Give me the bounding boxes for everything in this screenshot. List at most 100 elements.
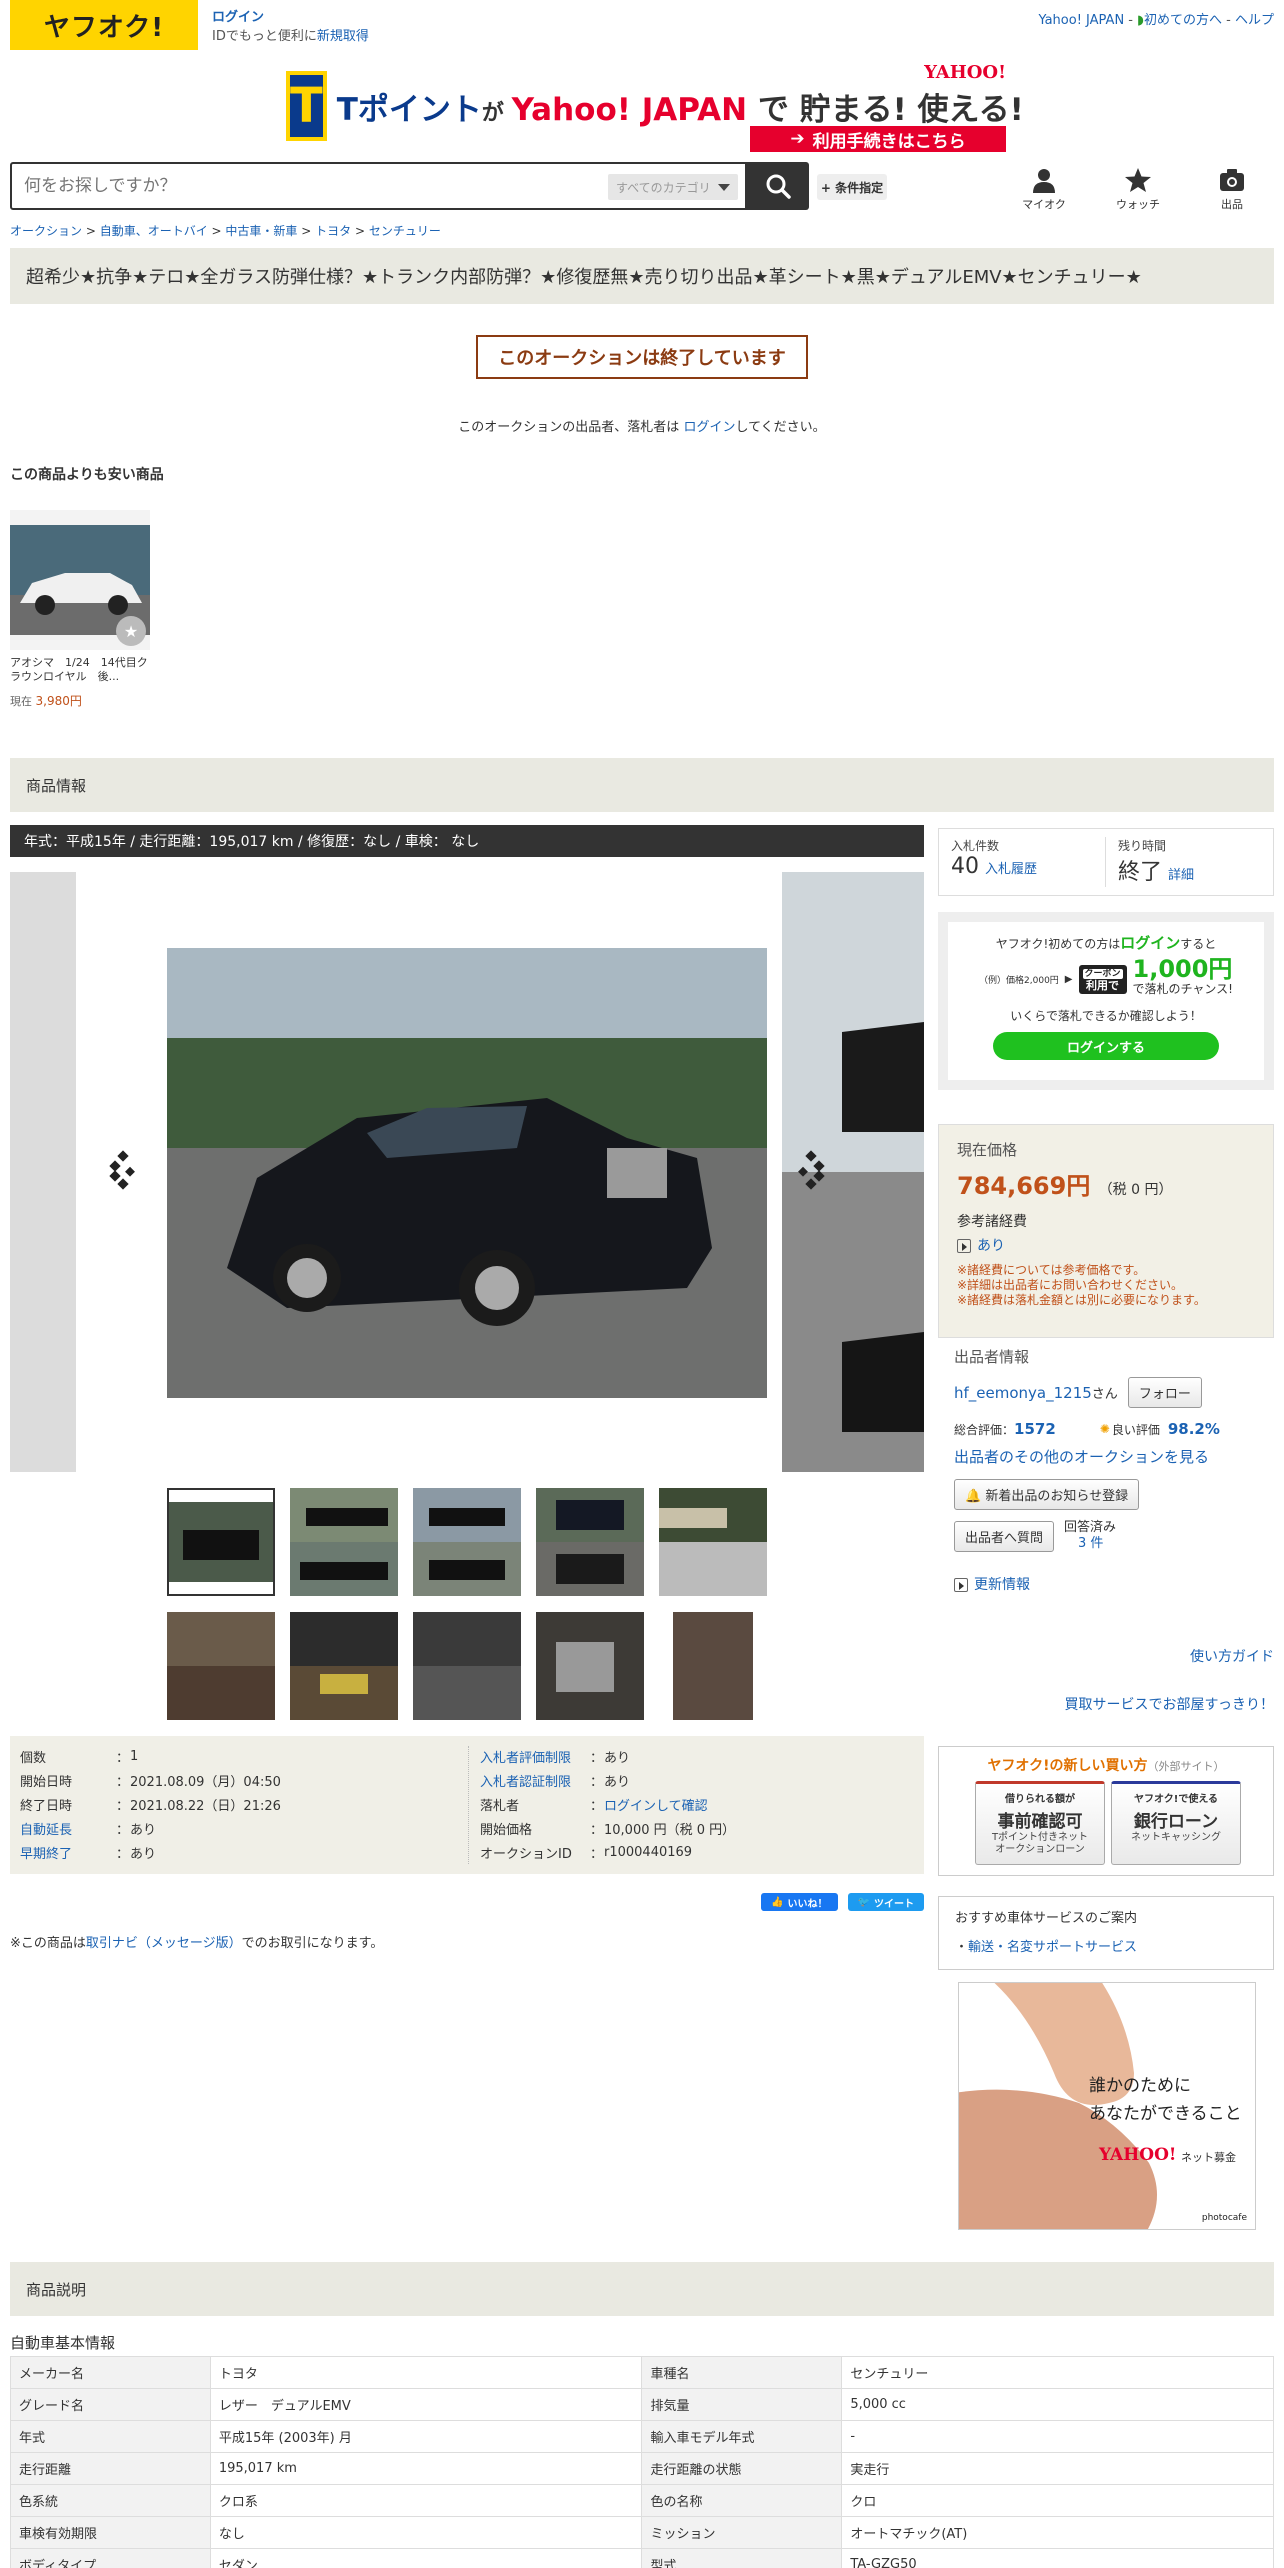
thumbnail[interactable] <box>413 1488 521 1596</box>
main-car-photo[interactable] <box>167 948 767 1398</box>
buyback-service-link[interactable]: 買取サービスでお部屋すっきり！ <box>1065 1694 1274 1714</box>
winner-login-link[interactable]: ログインして確認 <box>604 1795 708 1814</box>
fee-note: ※諸経費は落札金額とは別に必要になります。 <box>957 1293 1206 1307</box>
search-button[interactable] <box>747 162 809 210</box>
breadcrumb-sep: > <box>351 224 369 238</box>
ended-msg-b: してください。 <box>735 420 826 435</box>
trade-navi-link[interactable]: 取引ナビ（メッセージ版） <box>86 1936 242 1951</box>
fee-note: ※詳細は出品者にお問い合わせください。 <box>957 1278 1184 1292</box>
chevron-left-icon <box>109 1150 135 1190</box>
info-row: 開始日時 ： 2021.08.09（月）04:50 <box>20 1768 281 1792</box>
product-name[interactable]: アオシマ 1/24 14代目クラウンロイヤル 後... <box>10 656 150 684</box>
breadcrumb-item[interactable]: センチュリー <box>369 224 441 238</box>
breadcrumb-item[interactable]: 中古車・新車 <box>225 224 297 238</box>
charity-ad[interactable]: 誰かのために あなたができること YAHOO! ネット募金 photocafe <box>958 1982 1256 2230</box>
info-row: オークションID ： r1000440169 <box>480 1840 735 1864</box>
watch-star-icon[interactable]: ★ <box>116 616 146 646</box>
seller-name-link[interactable]: hf_eemonya_1215 <box>954 1384 1092 1402</box>
detail-link[interactable]: 詳細 <box>1168 868 1194 883</box>
my-auction-nav[interactable]: マイオク <box>1012 166 1076 212</box>
yahoo-japan-logo: YAHOO! <box>924 62 1006 83</box>
loan-card-2[interactable]: ヤフオク!で使える 銀行ローン ネットキャッシング <box>1111 1781 1241 1865</box>
breadcrumb-item[interactable]: オークション <box>10 224 82 238</box>
ask-seller-button[interactable]: 出品者へ質問 <box>954 1520 1055 1552</box>
tweet-label: ツイート <box>874 1898 914 1910</box>
thumbnail-row <box>167 1488 767 1596</box>
c1-small: 借りられる額が <box>1005 1794 1075 1805</box>
beginner-link[interactable]: 初めての方へ <box>1144 13 1222 28</box>
sell-nav[interactable]: 出品 <box>1200 166 1264 212</box>
info-row: 開始価格 ： 10,000 円（税 0 円） <box>480 1816 735 1840</box>
thumbnail[interactable] <box>167 1612 275 1720</box>
thumbnail[interactable] <box>536 1488 644 1596</box>
cheaper-item-card[interactable]: ★ アオシマ 1/24 14代目クラウンロイヤル 後... 現在 3,980円 <box>10 510 150 709</box>
next-image-button[interactable] <box>790 1150 830 1190</box>
social-buttons: 👍 いいね！ 🐦 ツイート <box>761 1893 924 1911</box>
like-button[interactable]: 👍 いいね！ <box>761 1893 838 1911</box>
early-end-link[interactable]: 早期終了 <box>20 1843 116 1862</box>
product-image[interactable]: ★ <box>10 510 150 650</box>
thumbnail[interactable] <box>290 1612 398 1720</box>
thumbnail[interactable] <box>536 1612 644 1720</box>
arrow-icon: ➔ <box>790 129 805 149</box>
watch-label: ウォッチ <box>1116 198 1160 211</box>
seller-ratings: 総合評価： 1572 ✺ 良い評価 98.2% <box>954 1420 1274 1438</box>
use-word: 利用で <box>1086 978 1119 992</box>
promo-login-button[interactable]: ログインする <box>993 1032 1219 1060</box>
bid-history-link[interactable]: 入札履歴 <box>985 862 1037 877</box>
spec-value: トヨタ <box>209 2356 643 2389</box>
login-link[interactable]: ログイン <box>212 8 369 27</box>
yahuoku-logo[interactable]: ヤフオク! <box>10 0 198 50</box>
watch-nav[interactable]: ウォッチ <box>1106 166 1170 212</box>
update-info-link[interactable]: 更新情報 <box>974 1577 1030 1593</box>
spec-key: 型式 <box>641 2548 843 2568</box>
bid-summary: 入札件数 40 入札履歴 残り時間 終了 詳細 <box>938 828 1274 896</box>
promo-chance: で落札のチャンス! <box>1132 982 1233 996</box>
thumbnail[interactable] <box>659 1488 767 1596</box>
spec-value: セダン <box>209 2548 643 2568</box>
tweet-button[interactable]: 🐦 ツイート <box>847 1893 924 1911</box>
tpoint-banner[interactable]: T Tポイントが Yahoo! JAPAN で 貯まる! 使える! YAHOO!… <box>286 60 1024 152</box>
new-listing-notify-button[interactable]: 🔔 新着出品のお知らせ登録 <box>954 1479 1140 1510</box>
thumbnail[interactable] <box>413 1612 521 1720</box>
spec-key: メーカー名 <box>10 2356 211 2389</box>
twitter-bird-icon: 🐦 <box>857 1896 870 1908</box>
category-select[interactable]: すべてのカテゴリ <box>608 174 738 200</box>
answered-link[interactable]: 3 件 <box>1078 1536 1103 1551</box>
transport-service-link[interactable]: 輸送・名変サポートサービス <box>968 1940 1137 1955</box>
seller-info: 出品者情報 hf_eemonya_1215さん フォロー 総合評価： 1572 ✺ 良… <box>954 1346 1274 1594</box>
breadcrumb-item[interactable]: 自動車、オートバイ <box>100 224 208 238</box>
thumbnail[interactable] <box>167 1488 275 1596</box>
search-icon <box>766 174 791 199</box>
trade-navi-note: ※この商品は取引ナビ（メッセージ版）でのお取引になります。 <box>10 1932 383 1951</box>
newway-ext: （外部サイト） <box>1147 1760 1225 1773</box>
help-link[interactable]: ヘルプ <box>1235 13 1274 28</box>
info-key: 個数 <box>20 1750 47 1766</box>
auto-extend-link[interactable]: 自動延長 <box>20 1819 116 1838</box>
info-row: 個数 ： 1 <box>20 1744 281 1768</box>
spec-value: クロ <box>841 2484 1274 2517</box>
prev-image-button[interactable] <box>104 1150 144 1190</box>
fees-notes: ※諸経費については参考価格です。 ※詳細は出品者にお問い合わせください。 ※諸経… <box>957 1263 1255 1308</box>
colon: ： <box>590 1750 604 1766</box>
condition-button[interactable]: + 条件指定 <box>817 174 887 200</box>
fees-link[interactable]: あり <box>977 1238 1005 1254</box>
bidder-rating-limit-link[interactable]: 入札者評価制限 <box>480 1747 590 1766</box>
spec-key: 排気量 <box>641 2388 843 2421</box>
loan-card-1[interactable]: 借りられる額が 事前確認可 Tポイント付きネット オークションローン <box>975 1781 1105 1865</box>
search-input[interactable] <box>12 164 602 208</box>
register-link[interactable]: 新規取得 <box>317 29 369 44</box>
thumbnail[interactable] <box>290 1488 398 1596</box>
ended-login-link[interactable]: ログイン <box>683 420 735 435</box>
seller-other-auctions-link[interactable]: 出品者のその他のオークションを見る <box>954 1448 1209 1466</box>
bidder-auth-limit-link[interactable]: 入札者認証制限 <box>480 1771 590 1790</box>
promo-l1c: すると <box>1180 937 1217 951</box>
thumbnail[interactable] <box>659 1612 767 1720</box>
how-to-guide-link[interactable]: 使い方ガイド <box>1190 1646 1274 1666</box>
like-label: いいね！ <box>787 1898 828 1910</box>
rating-link[interactable]: 1572 <box>1014 1420 1056 1438</box>
follow-button[interactable]: フォロー <box>1127 1377 1202 1408</box>
yahoo-japan-link[interactable]: Yahoo! JAPAN <box>1038 13 1124 28</box>
banner-register-button[interactable]: ➔ 利用手続きはこちら <box>750 126 1006 152</box>
breadcrumb-item[interactable]: トヨタ <box>315 224 351 238</box>
